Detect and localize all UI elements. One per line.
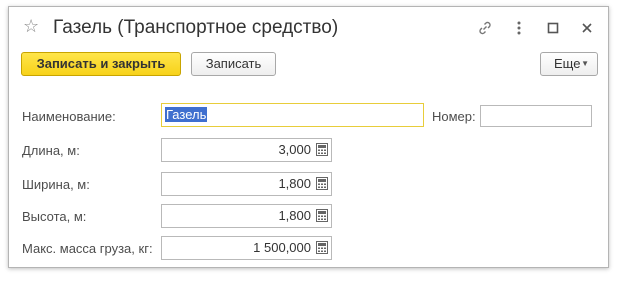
length-value: 3,000	[278, 142, 311, 157]
max-mass-input[interactable]: 1 500,000	[161, 236, 332, 260]
window-controls	[462, 19, 598, 37]
width-label: Ширина, м:	[22, 177, 90, 192]
calculator-icon[interactable]	[316, 209, 328, 222]
more-vertical-icon[interactable]	[508, 19, 530, 37]
calculator-icon[interactable]	[316, 177, 328, 190]
name-label: Наименование:	[22, 109, 116, 124]
length-input[interactable]: 3,000	[161, 138, 332, 162]
number-input[interactable]	[480, 105, 592, 127]
max-mass-label: Макс. масса груза, кг:	[22, 241, 153, 256]
number-label: Номер:	[432, 109, 476, 124]
window-title: Газель (Транспортное средство)	[53, 17, 339, 38]
height-input[interactable]: 1,800	[161, 204, 332, 228]
command-bar: Записать и закрыть Записать Еще ▼	[21, 52, 598, 76]
maximize-icon[interactable]	[542, 19, 564, 37]
width-value: 1,800	[278, 176, 311, 191]
title-bar: ☆ Газель (Транспортное средство)	[9, 7, 608, 47]
star-icon[interactable]: ☆	[23, 17, 39, 35]
width-input[interactable]: 1,800	[161, 172, 332, 196]
save-and-close-button[interactable]: Записать и закрыть	[21, 52, 181, 76]
close-icon[interactable]	[576, 19, 598, 37]
calculator-icon[interactable]	[316, 241, 328, 254]
calculator-icon[interactable]	[316, 143, 328, 156]
form-window: ☆ Газель (Транспортное средство) Записат…	[8, 6, 609, 268]
chevron-down-icon: ▼	[581, 59, 589, 68]
height-label: Высота, м:	[22, 209, 87, 224]
name-input[interactable]: Газель	[161, 103, 424, 127]
height-value: 1,800	[278, 208, 311, 223]
name-input-value: Газель	[165, 107, 208, 122]
more-button[interactable]: Еще ▼	[540, 52, 598, 76]
more-button-label: Еще	[554, 56, 581, 71]
max-mass-value: 1 500,000	[253, 240, 311, 255]
length-label: Длина, м:	[22, 143, 80, 158]
link-icon[interactable]	[474, 19, 496, 37]
save-button[interactable]: Записать	[191, 52, 276, 76]
